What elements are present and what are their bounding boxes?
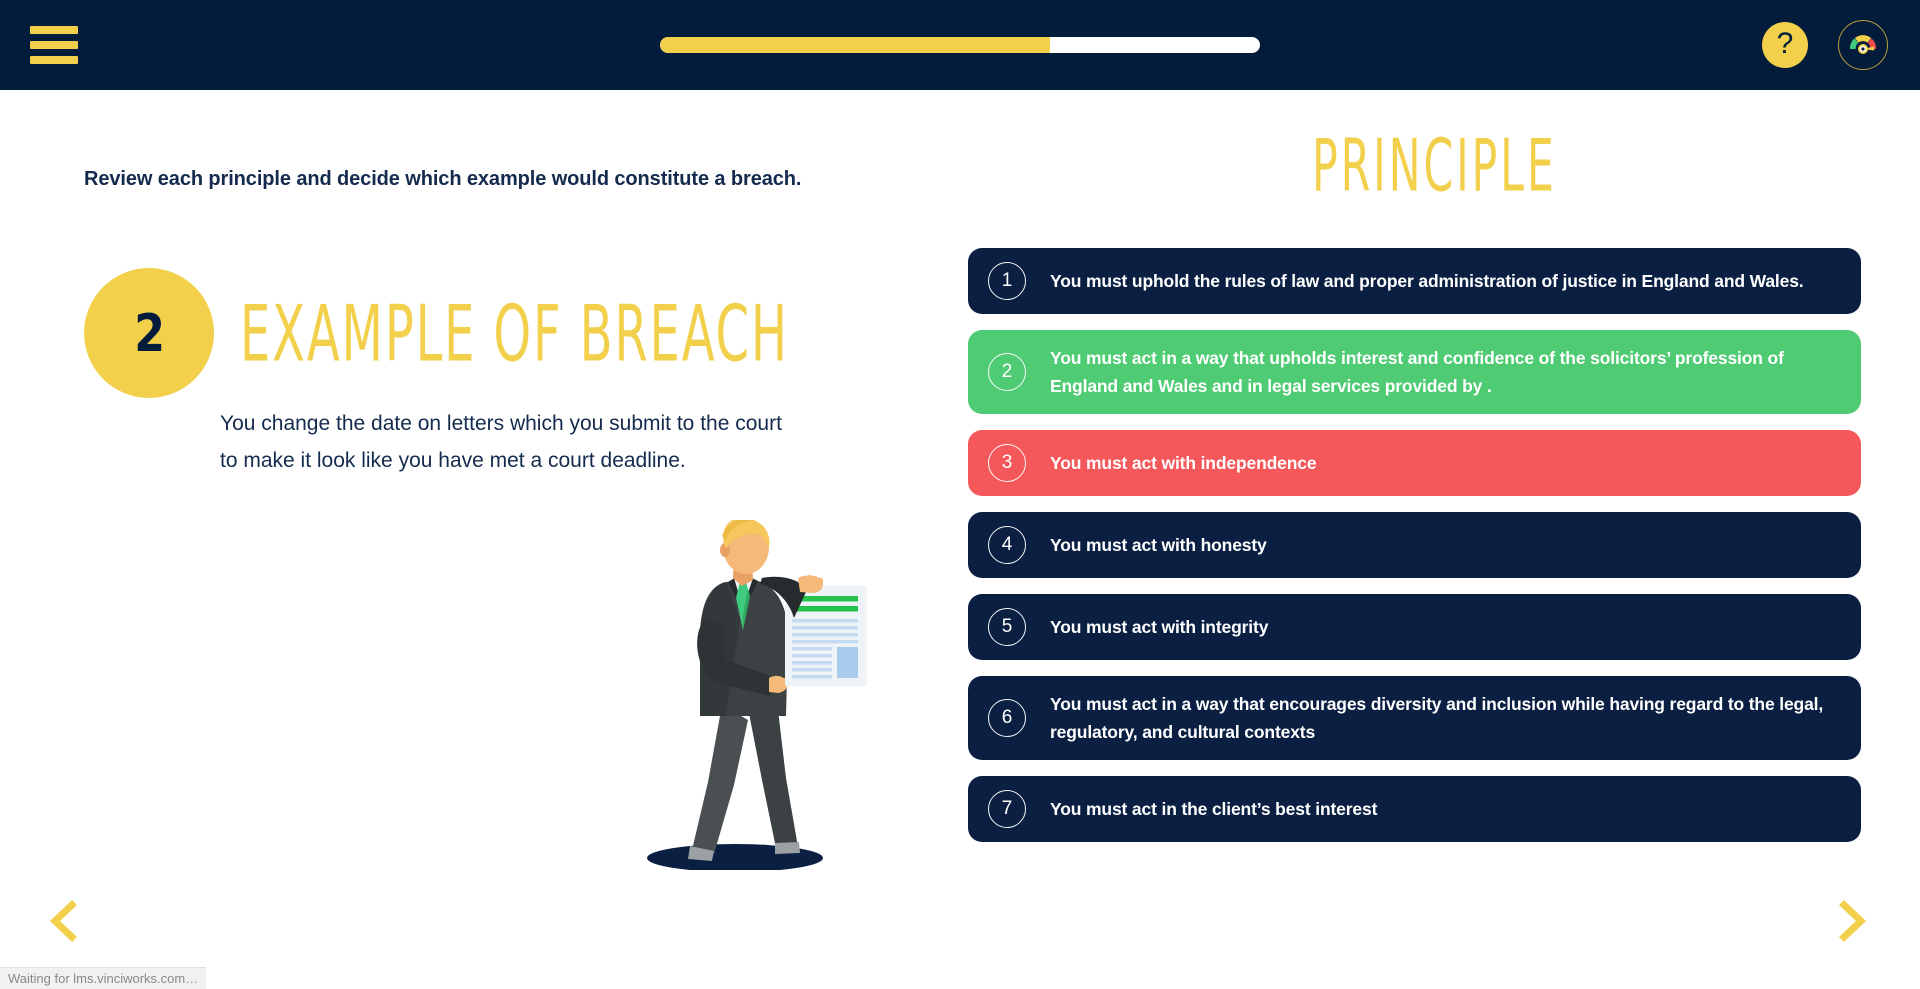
- help-icon: ?: [1776, 27, 1794, 60]
- principle-list: 1 You must uphold the rules of law and pr…: [968, 248, 1861, 858]
- intro-instruction: Review each principle and decide which e…: [84, 168, 802, 190]
- next-button[interactable]: [1830, 900, 1872, 942]
- principle-item-label: You must act with honesty: [1050, 535, 1267, 555]
- principle-item-label: You must uphold the rules of law and pro…: [1050, 271, 1804, 291]
- principle-item-label: You must act with integrity: [1050, 617, 1269, 637]
- principle-item-3[interactable]: 3 You must act with independence: [968, 430, 1861, 496]
- principle-item-5[interactable]: 5 You must act with integrity: [968, 594, 1861, 660]
- course-slide: ? Review each principle and decide which…: [0, 0, 1920, 989]
- principle-item-2[interactable]: 2 You must act in a way that upholds inte…: [968, 330, 1861, 414]
- businessman-illustration: [630, 517, 910, 872]
- principle-item-number: 5: [988, 608, 1026, 646]
- principle-item-label: You must act in a way that upholds inter…: [1050, 348, 1784, 396]
- principle-item-number: 3: [988, 444, 1026, 482]
- principle-item-number: 7: [988, 790, 1026, 828]
- principle-heading: PRINCIPLE: [1312, 124, 1557, 209]
- principle-item-number: 1: [988, 262, 1026, 300]
- principle-item-4[interactable]: 4 You must act with honesty: [968, 512, 1861, 578]
- step-badge-number: 2: [133, 303, 165, 363]
- help-button[interactable]: ?: [1762, 22, 1808, 68]
- progress-gauge-button[interactable]: [1838, 20, 1888, 70]
- principle-item-1[interactable]: 1 You must uphold the rules of law and pr…: [968, 248, 1861, 314]
- principle-item-number: 6: [988, 699, 1026, 737]
- principle-item-label: You must act with independence: [1050, 453, 1317, 473]
- chevron-left-icon: [49, 900, 77, 942]
- progress-bar-fill: [660, 37, 1050, 53]
- menu-icon[interactable]: [30, 26, 78, 64]
- menu-icon-bar-1: [30, 26, 78, 34]
- businessman-holding-document-icon: [647, 517, 867, 872]
- top-bar: ?: [0, 0, 1920, 90]
- principle-item-6[interactable]: 6 You must act in a way that encourages d…: [968, 676, 1861, 760]
- example-body-text: You change the date on letters which you…: [220, 412, 782, 472]
- principle-item-label: You must act in the client’s best intere…: [1050, 799, 1378, 819]
- progress-bar[interactable]: [660, 37, 1260, 53]
- step-badge: 2: [84, 268, 214, 398]
- browser-status-bar: Waiting for lms.vinciworks.com…: [0, 967, 207, 989]
- principle-item-label: You must act in a way that encourages di…: [1050, 694, 1824, 742]
- section-title: EXAMPLE OF BREACH: [240, 288, 789, 380]
- chevron-right-icon: [1839, 900, 1867, 942]
- menu-icon-bar-2: [30, 41, 78, 49]
- principle-item-number: 2: [988, 353, 1026, 391]
- previous-button[interactable]: [44, 900, 86, 942]
- principle-item-number: 4: [988, 526, 1026, 564]
- menu-icon-bar-3: [30, 56, 78, 64]
- gauge-icon: [1849, 35, 1877, 54]
- principle-item-7[interactable]: 7 You must act in the client’s best inter…: [968, 776, 1861, 842]
